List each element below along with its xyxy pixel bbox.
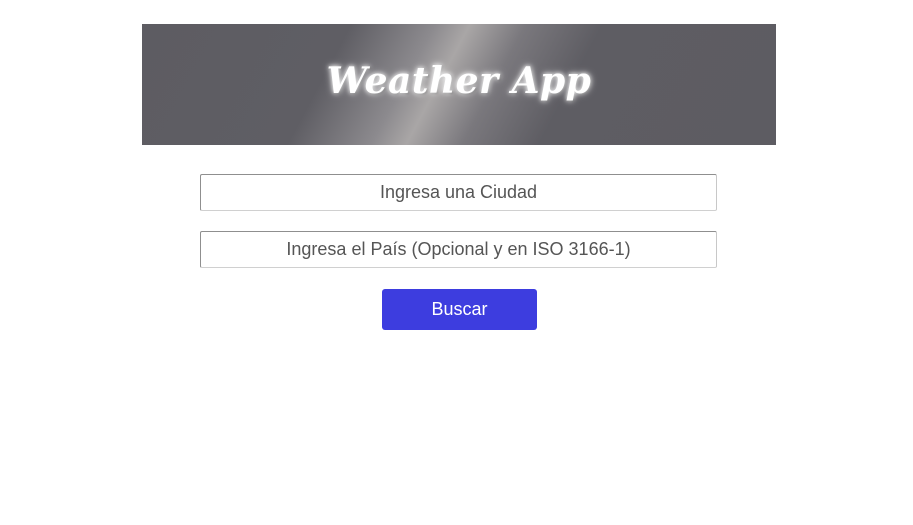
city-input[interactable]: [200, 174, 717, 211]
country-input[interactable]: [200, 231, 717, 268]
app-title: Weather App: [326, 59, 592, 102]
app-header: Weather App: [142, 24, 776, 145]
search-button[interactable]: Buscar: [382, 289, 537, 330]
